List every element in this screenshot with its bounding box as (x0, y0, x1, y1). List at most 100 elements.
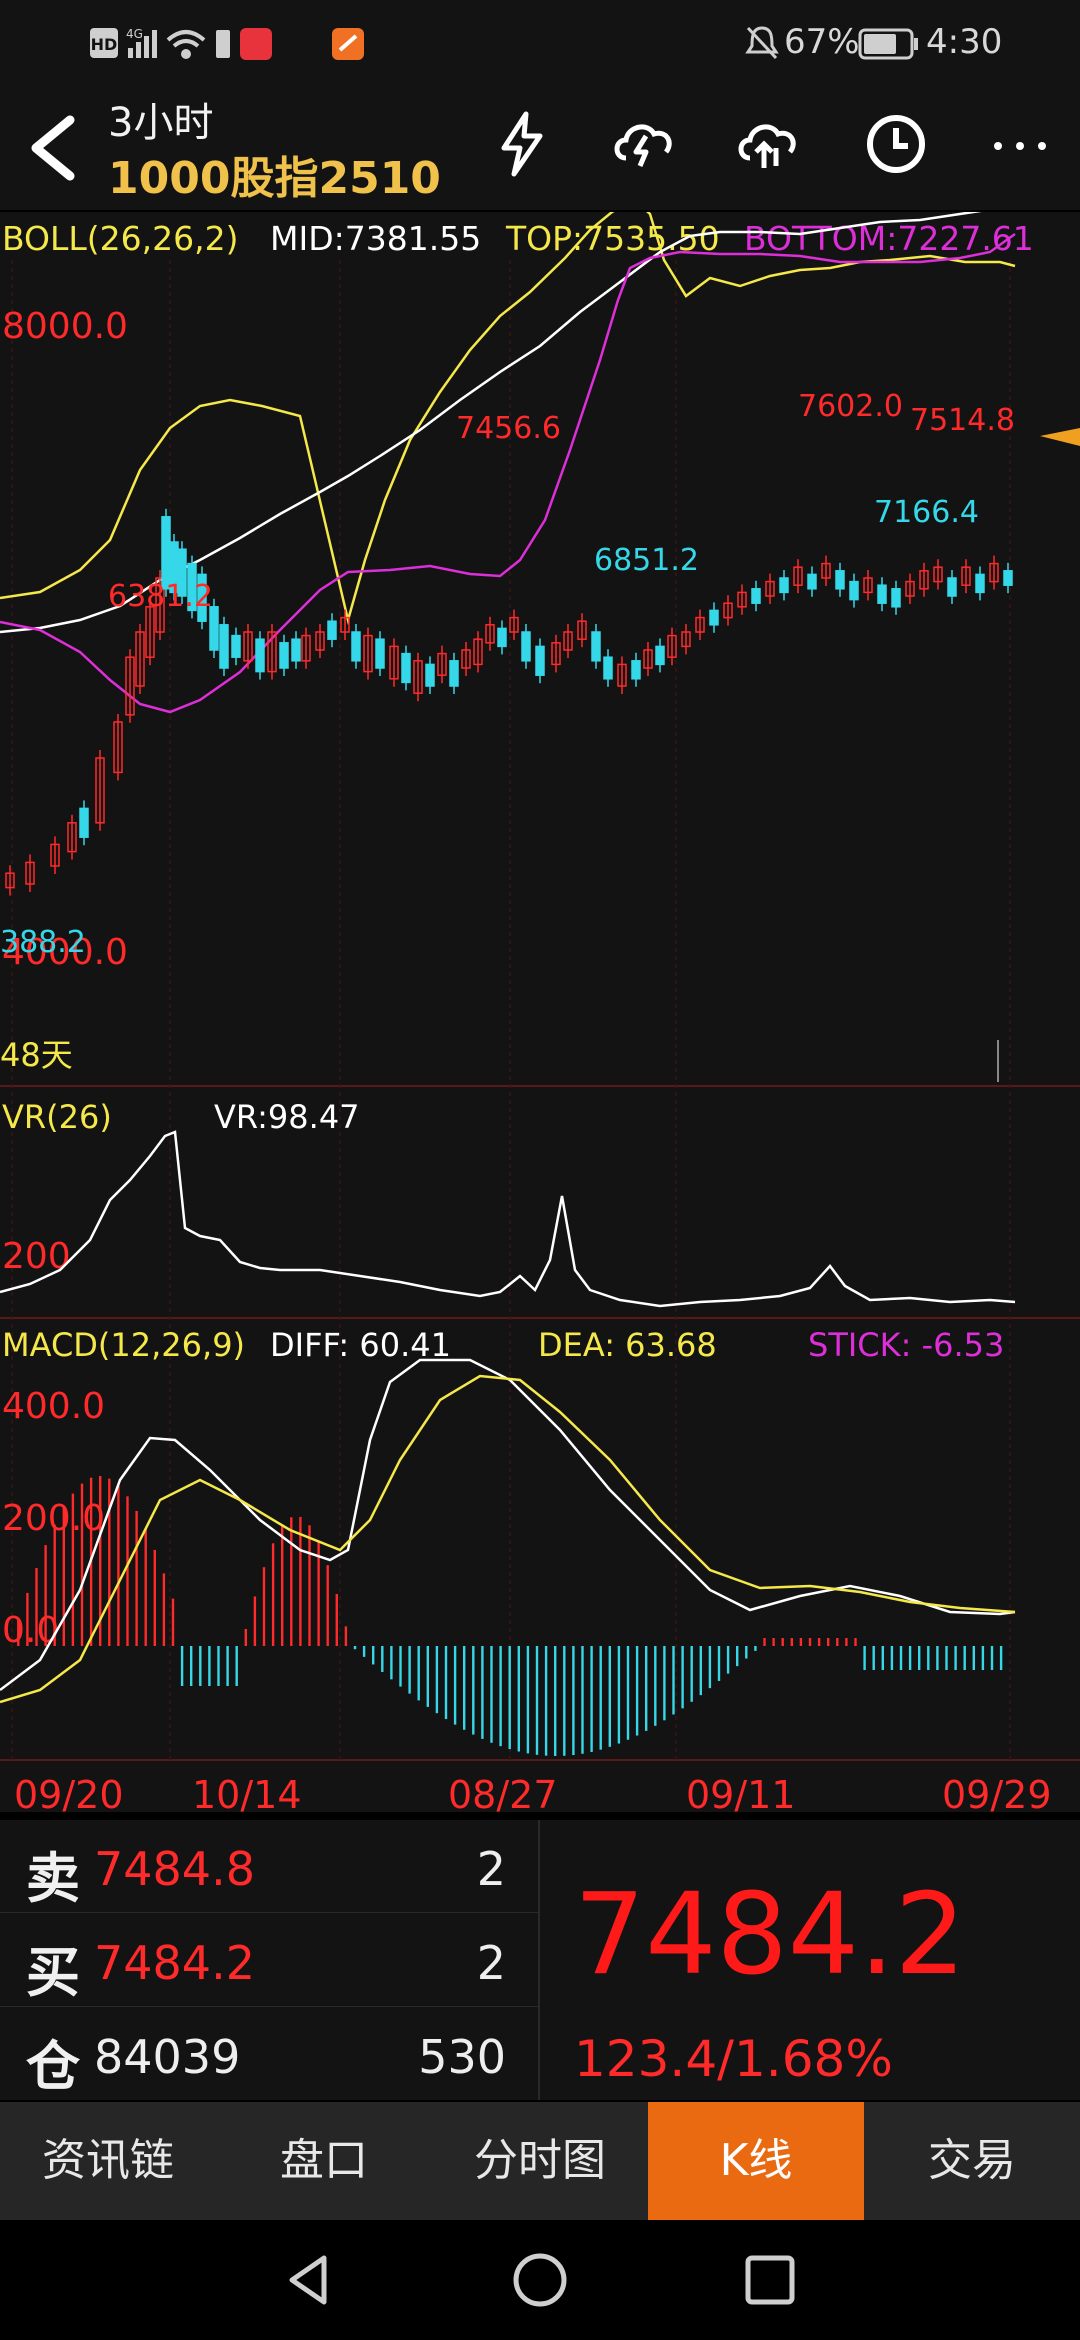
lightning-icon[interactable] (486, 108, 558, 180)
boll-title: BOLL(26,26,2) (2, 219, 239, 258)
tab-trade[interactable]: 交易 (864, 2102, 1080, 2220)
macd-bar (881, 1646, 884, 1670)
vertical-grid (11, 260, 1011, 1760)
candle-body (219, 624, 229, 669)
clock-icon[interactable] (860, 108, 932, 180)
macd-bar (372, 1646, 375, 1665)
macd-bar (790, 1638, 793, 1646)
macd-bar (608, 1646, 611, 1747)
macd-bar (981, 1646, 985, 1670)
macd-bar (408, 1646, 411, 1694)
tab-intraday[interactable]: 分时图 (432, 2102, 648, 2220)
macd-bar (772, 1638, 775, 1646)
peak-label-3: 7602.0 (798, 389, 903, 424)
macd-bar (235, 1646, 238, 1686)
macd-bar (435, 1646, 439, 1714)
macd-bar (453, 1646, 457, 1725)
nav-back-icon[interactable] (280, 2250, 340, 2310)
macd-bar (954, 1646, 957, 1670)
macd-bar (444, 1646, 448, 1720)
macd-bar (208, 1646, 211, 1686)
macd-bar (708, 1646, 712, 1689)
candle-body (807, 573, 817, 590)
tab-kline[interactable]: K线 (648, 2102, 864, 2220)
macd-bar (135, 1510, 138, 1646)
macd-bar (35, 1568, 38, 1646)
candle-body (521, 631, 531, 662)
chart-canvas[interactable]: BOLL(26,26,2) MID:7381.55 TOP:7535.50 BO… (0, 198, 1080, 1817)
vr-line (0, 1130, 1016, 1308)
candle-body (231, 634, 241, 658)
macd-bar (171, 1598, 175, 1646)
macd-bar (153, 1549, 156, 1646)
macd-bar (381, 1646, 384, 1672)
buy-label: 买 (26, 1940, 80, 2004)
candle-body (849, 580, 859, 601)
macd-bar (62, 1507, 65, 1646)
candle-body (401, 652, 411, 684)
macd-bar (526, 1646, 530, 1754)
macd-bar (180, 1646, 184, 1686)
peak-label-4: 7514.8 (910, 403, 1015, 438)
macd-bar (554, 1646, 557, 1756)
macd-bar (26, 1592, 29, 1646)
trough-label-2: 6851.2 (594, 543, 699, 578)
oi-label: 仓 (26, 2034, 80, 2098)
macd-bar (572, 1646, 575, 1756)
macd-bar (672, 1646, 675, 1715)
candle-body (161, 516, 171, 590)
macd-bar (244, 1628, 247, 1646)
candle-body (603, 656, 613, 680)
vr-value: VR:98.47 (214, 1098, 360, 1136)
macd-bar (999, 1646, 1003, 1670)
battery-saver-icon (216, 30, 230, 58)
candle-body (425, 663, 435, 687)
candle-body (877, 584, 887, 604)
macd-bar (362, 1646, 366, 1657)
macd-bar (754, 1646, 757, 1651)
cloud-sync-icon[interactable] (608, 108, 680, 180)
macd-bar (417, 1646, 420, 1701)
macd-bar (190, 1646, 193, 1686)
battery-percent: 67% (784, 22, 860, 62)
kline-chart[interactable]: BOLL(26,26,2) MID:7381.55 TOP:7535.50 BO… (0, 198, 1080, 1817)
sell-row[interactable]: 卖 7484.8 2 (0, 1820, 538, 1913)
more-icon[interactable] (984, 108, 1056, 180)
macd-bar (499, 1646, 502, 1747)
back-button[interactable] (22, 114, 82, 184)
macd-bar (581, 1646, 584, 1754)
macd-bar (899, 1646, 903, 1670)
macd-bar (517, 1646, 520, 1752)
candle-body (497, 627, 507, 648)
oi-value: 84039 (94, 2030, 241, 2084)
period-label[interactable]: 3小时 (108, 90, 213, 148)
x-label-4: 09/29 (942, 1773, 1052, 1812)
instrument-title[interactable]: 1000股指2510 (108, 142, 441, 206)
tab-news-chain[interactable]: 资讯链 (0, 2102, 216, 2220)
4g-signal-icon: 4G (126, 27, 157, 58)
macd-bar (117, 1485, 120, 1646)
tab-order-book[interactable]: 盘口 (216, 2102, 432, 2220)
y-label-high: 8000.0 (2, 306, 128, 347)
candle-body (279, 642, 289, 669)
trough-label-3: 7166.4 (874, 495, 979, 530)
macd-bar (262, 1567, 266, 1646)
macd-bar (945, 1646, 948, 1670)
macd-bar (717, 1646, 721, 1681)
battery-icon (858, 28, 918, 60)
nav-recents-icon[interactable] (740, 2250, 800, 2310)
x-label-2: 08/27 (448, 1773, 558, 1812)
buy-row[interactable]: 买 7484.2 2 (0, 1914, 538, 2007)
macd-dea: DEA: 63.68 (538, 1326, 717, 1364)
macd-bar (690, 1646, 693, 1702)
macd-bar (827, 1638, 830, 1646)
nav-home-icon[interactable] (510, 2250, 570, 2310)
macd-bar (326, 1565, 329, 1646)
cloud-upload-icon[interactable] (732, 108, 804, 180)
candle-body (835, 570, 845, 590)
bell-off-icon (745, 26, 779, 60)
macd-bar (144, 1528, 147, 1646)
macd-title: MACD(12,26,9) (2, 1326, 245, 1364)
macd-bar (699, 1646, 702, 1696)
system-nav-bar (0, 2220, 1080, 2340)
